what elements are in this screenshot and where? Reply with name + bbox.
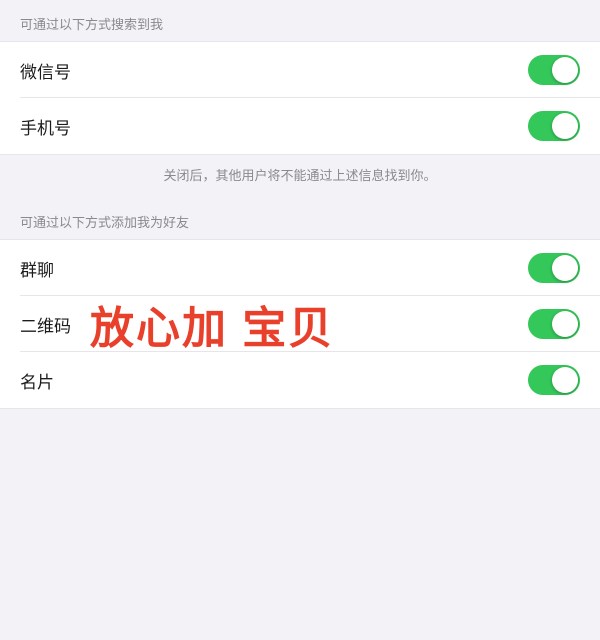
search-note: 关闭后，其他用户将不能通过上述信息找到你。 [0,155,600,198]
qr-code-toggle[interactable] [528,309,580,339]
business-card-toggle-track [528,365,580,395]
phone-number-toggle[interactable] [528,111,580,141]
search-settings-group: 微信号 手机号 [0,41,600,155]
group-chat-toggle-track [528,253,580,283]
qr-code-label: 二维码 [20,312,71,337]
group-chat-row: 群聊 [0,240,600,296]
wechat-id-toggle[interactable] [528,55,580,85]
overlay-text: 放心加 宝贝 [90,292,334,356]
phone-number-toggle-track [528,111,580,141]
group-chat-toggle[interactable] [528,253,580,283]
add-friend-section-header: 可通过以下方式添加我为好友 [0,198,600,239]
phone-number-toggle-thumb [552,113,578,139]
page-container: 可通过以下方式搜索到我 微信号 手机号 关闭后，其他用户将不能通过上述信息找到你… [0,0,600,409]
qr-code-toggle-thumb [552,311,578,337]
phone-number-row: 手机号 [0,98,600,154]
phone-number-label: 手机号 [20,114,71,139]
group-chat-label: 群聊 [20,256,54,281]
add-friend-settings-group: 群聊 二维码 放心加 宝贝 名片 [0,239,600,409]
wechat-id-toggle-track [528,55,580,85]
business-card-row: 名片 [0,352,600,408]
group-chat-toggle-thumb [552,255,578,281]
wechat-id-label: 微信号 [20,58,71,83]
business-card-label: 名片 [20,368,54,393]
qr-code-toggle-track [528,309,580,339]
qr-code-row: 二维码 放心加 宝贝 [0,296,600,352]
business-card-toggle-thumb [552,367,578,393]
search-section-header: 可通过以下方式搜索到我 [0,0,600,41]
wechat-id-row: 微信号 [0,42,600,98]
wechat-id-toggle-thumb [552,57,578,83]
business-card-toggle[interactable] [528,365,580,395]
